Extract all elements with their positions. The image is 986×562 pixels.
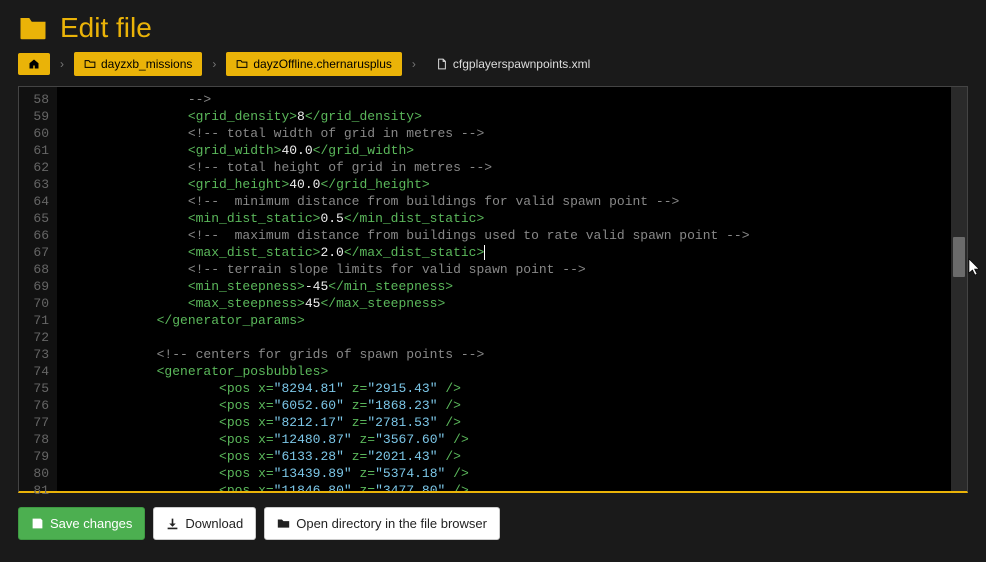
- chevron-right-icon: ›: [402, 57, 426, 71]
- mouse-cursor-icon: [968, 258, 982, 278]
- chevron-right-icon: ›: [202, 57, 226, 71]
- download-button-label: Download: [185, 516, 243, 531]
- breadcrumb-label: dayzOffline.chernarusplus: [253, 57, 392, 71]
- breadcrumb-item-1[interactable]: dayzOffline.chernarusplus: [226, 52, 402, 76]
- folder-icon: [18, 15, 48, 41]
- scrollbar-thumb[interactable]: [953, 237, 965, 277]
- scrollbar-vertical[interactable]: [951, 87, 967, 491]
- breadcrumb-file[interactable]: cfgplayerspawnpoints.xml: [426, 52, 600, 76]
- file-icon: [436, 58, 448, 70]
- open-directory-button[interactable]: Open directory in the file browser: [264, 507, 500, 540]
- page-title: Edit file: [60, 12, 152, 44]
- folder-icon: [277, 517, 290, 530]
- line-gutter: 5859606162636465666768697071727374757677…: [19, 87, 57, 491]
- breadcrumb-label: dayzxb_missions: [101, 57, 192, 71]
- open-directory-button-label: Open directory in the file browser: [296, 516, 487, 531]
- home-icon: [28, 58, 40, 70]
- download-button[interactable]: Download: [153, 507, 256, 540]
- breadcrumb: › dayzxb_missions › dayzOffline.chernaru…: [0, 52, 986, 86]
- save-icon: [31, 517, 44, 530]
- folder-outline-icon: [236, 58, 248, 70]
- chevron-right-icon: ›: [50, 57, 74, 71]
- breadcrumb-item-0[interactable]: dayzxb_missions: [74, 52, 202, 76]
- breadcrumb-file-label: cfgplayerspawnpoints.xml: [453, 57, 590, 71]
- code-editor[interactable]: 5859606162636465666768697071727374757677…: [18, 86, 968, 493]
- save-button[interactable]: Save changes: [18, 507, 145, 540]
- code-content[interactable]: --> <grid_density>8</grid_density> <!-- …: [57, 87, 951, 491]
- folder-outline-icon: [84, 58, 96, 70]
- save-button-label: Save changes: [50, 516, 132, 531]
- breadcrumb-home[interactable]: [18, 53, 50, 75]
- download-icon: [166, 517, 179, 530]
